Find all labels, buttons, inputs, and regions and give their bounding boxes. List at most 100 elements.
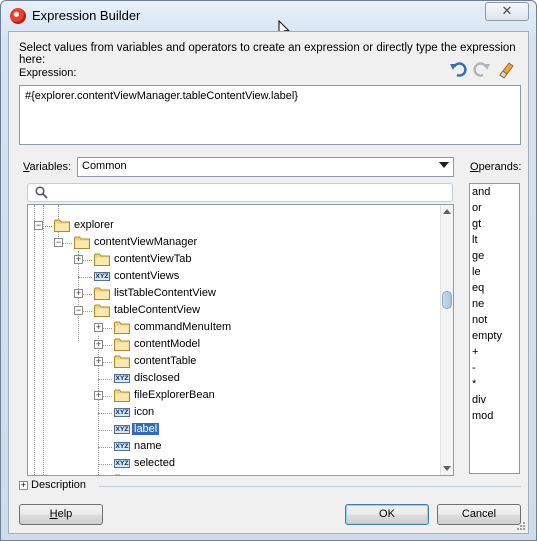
operand-item[interactable]: le — [472, 266, 481, 278]
eraser-icon[interactable] — [496, 59, 516, 79]
collapse-icon[interactable]: − — [74, 306, 83, 315]
operand-item[interactable]: empty — [472, 330, 502, 342]
tree-vertical-scrollbar[interactable] — [440, 205, 453, 475]
tree-node-label[interactable]: explorer — [72, 219, 116, 231]
variable-icon: XYZ — [114, 442, 130, 451]
scroll-up-arrow-icon[interactable] — [443, 209, 451, 214]
operand-item[interactable]: div — [472, 394, 486, 406]
expand-icon[interactable]: + — [94, 340, 103, 349]
operands-label: Operands: — [470, 161, 521, 173]
tree-node-label[interactable]: contentTable — [132, 355, 198, 367]
tree-node[interactable]: XYZ label — [28, 422, 438, 439]
variables-tree[interactable]: − explorer − contentViewManager + contentView… — [27, 204, 454, 476]
operands-list[interactable]: and or gt lt ge le eq ne not empty + - * div mod — [469, 183, 520, 474]
help-access-key: H — [49, 508, 58, 520]
variables-label: Variables: — [23, 161, 71, 173]
tree-node[interactable]: XYZ icon — [28, 405, 438, 422]
tree-node[interactable]: + contentTable — [28, 354, 438, 371]
operand-item[interactable]: ne — [472, 298, 484, 310]
tree-node[interactable]: XYZ contentViews — [28, 269, 438, 286]
operand-item[interactable]: + — [472, 346, 478, 358]
operand-item[interactable]: gt — [472, 218, 481, 230]
scroll-down-arrow-icon[interactable] — [443, 466, 451, 471]
variables-search-input[interactable] — [27, 183, 453, 202]
help-button[interactable]: Help — [19, 504, 103, 525]
tree-node-label[interactable]: selected — [132, 457, 177, 469]
expand-icon[interactable]: + — [94, 323, 103, 332]
tree-node[interactable]: XYZ selected — [28, 456, 438, 473]
tree-node-label[interactable]: contentModel — [132, 338, 202, 350]
operand-item[interactable]: mod — [472, 410, 493, 422]
redo-icon[interactable] — [472, 59, 492, 79]
expand-icon[interactable]: + — [74, 255, 83, 264]
tree-node-label[interactable]: disclosed — [132, 372, 182, 384]
tree-node[interactable]: + fileExplorerBean — [28, 388, 438, 405]
tree-node-label[interactable]: tableContentView — [112, 304, 202, 316]
tree-node-label[interactable]: contentViewManager — [92, 236, 199, 248]
tree-node[interactable]: − tableContentView — [28, 303, 438, 320]
collapse-icon[interactable]: − — [34, 221, 43, 230]
description-section[interactable]: + Description — [19, 478, 521, 494]
tree-node-label[interactable]: icon — [132, 406, 156, 418]
tree-connector-line — [98, 464, 112, 465]
chevron-down-icon — [439, 162, 449, 168]
tree-connector-line — [98, 447, 112, 448]
operand-item[interactable]: lt — [472, 234, 478, 246]
tree-node-label[interactable]: name — [132, 440, 164, 452]
tree-node[interactable]: − explorer — [28, 218, 438, 235]
tree-connector-line — [98, 413, 112, 414]
description-label[interactable]: Description — [31, 479, 86, 491]
variable-icon: XYZ — [114, 459, 130, 468]
scrollbar-thumb[interactable] — [442, 291, 452, 309]
resize-grip-icon[interactable] — [516, 521, 526, 531]
folder-icon — [74, 236, 90, 249]
variables-scope-select[interactable]: Common — [77, 157, 454, 177]
operand-item[interactable]: and — [472, 186, 490, 198]
tree-node[interactable]: − contentViewManager — [28, 235, 438, 252]
cancel-button[interactable]: Cancel — [437, 504, 521, 525]
expand-icon[interactable]: + — [94, 357, 103, 366]
app-icon — [10, 8, 26, 24]
folder-icon — [54, 219, 70, 232]
tree-node-label[interactable]: commandMenuItem — [132, 321, 233, 333]
tree-node[interactable]: + contentViewTab — [28, 252, 438, 269]
tree-node[interactable]: + contentModel — [28, 337, 438, 354]
collapse-icon[interactable]: − — [54, 238, 63, 247]
tree-node-label[interactable]: contentViews — [112, 270, 181, 282]
tree-node-label[interactable]: label — [132, 423, 160, 435]
description-expander-icon[interactable]: + — [19, 481, 28, 490]
undo-icon[interactable] — [448, 59, 468, 79]
folder-icon — [114, 474, 121, 475]
operand-item[interactable]: eq — [472, 282, 484, 294]
operand-item[interactable]: not — [472, 314, 487, 326]
ok-button[interactable]: OK — [345, 504, 429, 525]
operand-item[interactable]: or — [472, 202, 482, 214]
variables-label-text: ariables: — [29, 161, 72, 173]
expression-builder-dialog: Expression Builder ✕ Select values from … — [0, 0, 537, 541]
operands-label-text: perands: — [478, 161, 522, 173]
title-bar[interactable]: Expression Builder ✕ — [1, 1, 536, 31]
tree-node[interactable]: XYZ name — [28, 439, 438, 456]
tree-node-label[interactable]: listTableContentView — [112, 287, 218, 299]
expand-icon[interactable]: + — [94, 391, 103, 400]
tree-connector-line — [98, 379, 112, 380]
expression-input[interactable]: #{explorer.contentViewManager.tableConte… — [19, 85, 521, 145]
tree-node-label[interactable]: fileExplorerBean — [132, 389, 217, 401]
tree-node[interactable]: +showDetailItem — [28, 473, 438, 475]
operand-item[interactable]: - — [472, 362, 476, 374]
tree-connector-line — [98, 430, 112, 431]
variable-icon: XYZ — [94, 272, 110, 281]
folder-icon — [114, 389, 130, 402]
tree-node[interactable]: + listTableContentView — [28, 286, 438, 303]
tree-node[interactable]: + commandMenuItem — [28, 320, 438, 337]
tree-node-label[interactable]: showDetailItem — [132, 474, 211, 475]
operand-item[interactable]: ge — [472, 250, 484, 262]
operand-item[interactable]: * — [472, 378, 476, 390]
tree-node[interactable]: XYZ disclosed — [28, 371, 438, 388]
folder-icon — [114, 355, 130, 368]
folder-icon — [114, 338, 130, 351]
close-button[interactable]: ✕ — [485, 2, 529, 21]
description-divider — [99, 486, 521, 487]
tree-node-label[interactable]: contentViewTab — [112, 253, 193, 265]
expand-icon[interactable]: + — [74, 289, 83, 298]
